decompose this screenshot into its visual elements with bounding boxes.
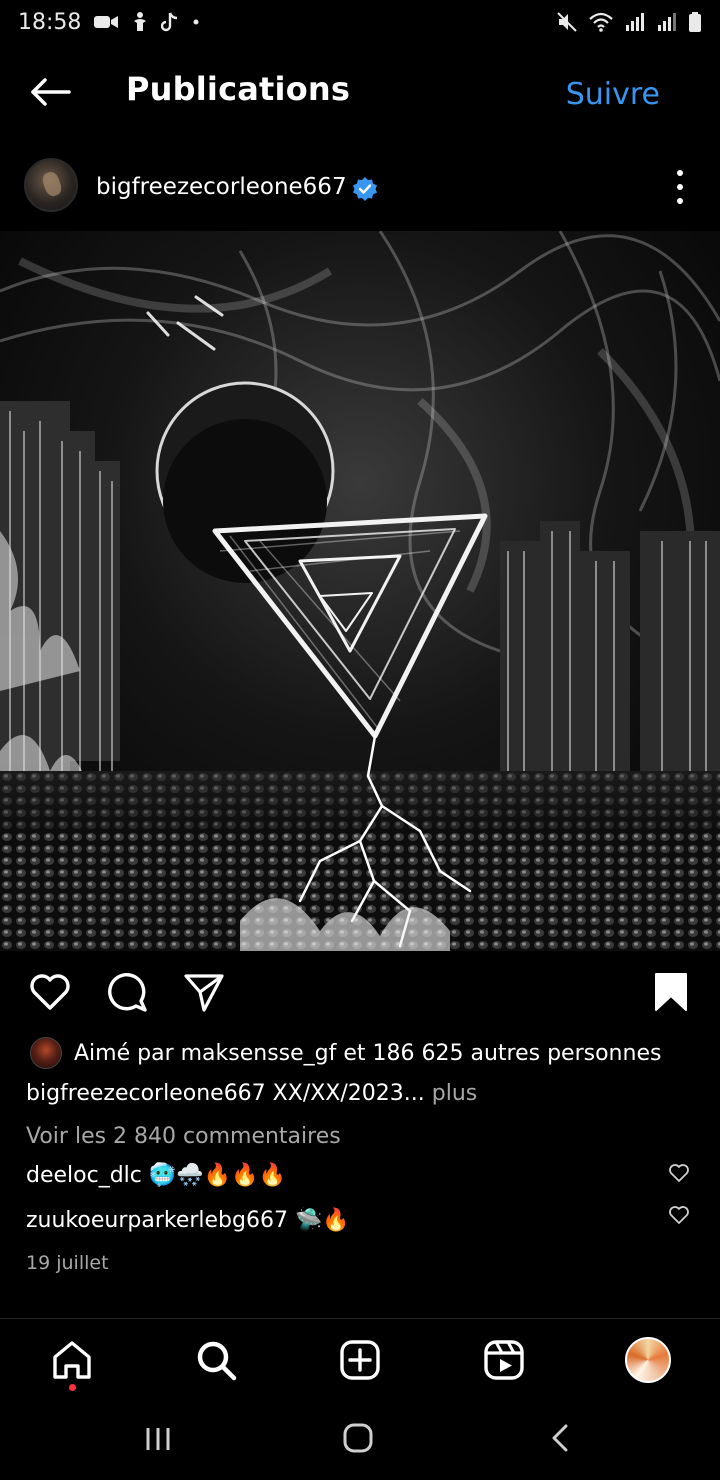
tiktok-icon	[161, 11, 179, 33]
comment-row: zuukoeurparkerlebg667 🛸🔥	[26, 1203, 350, 1237]
caption-text: XX/XX/2023...	[265, 1081, 425, 1106]
wifi-icon	[588, 11, 614, 33]
comment-icon	[108, 973, 147, 1012]
profile-avatar	[625, 1337, 671, 1383]
comment-username[interactable]: deeloc_dlc	[26, 1163, 142, 1188]
home-circle-icon	[343, 1423, 373, 1453]
comment-text: 🥶🌨️🔥🔥🔥	[148, 1162, 286, 1188]
nav-reels[interactable]	[480, 1336, 528, 1384]
share-icon	[184, 974, 224, 1012]
bottom-nav	[0, 1320, 720, 1400]
view-all-comments-link[interactable]: Voir les 2 840 commentaires	[26, 1124, 341, 1149]
artwork	[0, 231, 720, 951]
caption-username[interactable]: bigfreezecorleone667	[26, 1081, 266, 1106]
follow-button[interactable]: Suivre	[566, 77, 660, 112]
battery-icon	[688, 11, 702, 33]
top-bar: Publications Suivre	[0, 44, 720, 140]
create-icon	[340, 1340, 380, 1380]
save-button[interactable]	[650, 970, 692, 1018]
like-button[interactable]	[28, 970, 72, 1018]
caption[interactable]: bigfreezecorleone667 XX/XX/2023... plus	[26, 1081, 477, 1106]
signal-icon-2	[656, 11, 678, 33]
page-title: Publications	[126, 70, 351, 108]
video-call-icon	[93, 13, 119, 31]
mute-icon	[556, 11, 578, 33]
caption-more-link[interactable]: plus	[425, 1081, 478, 1106]
nav-profile[interactable]	[624, 1336, 672, 1384]
nav-create[interactable]	[336, 1336, 384, 1384]
home-icon	[53, 1341, 91, 1379]
more-dot	[677, 198, 683, 204]
system-back-button[interactable]	[548, 1422, 572, 1458]
more-options-button[interactable]	[668, 170, 692, 204]
likes-row[interactable]: Aimé par maksensse_gf et 186 625 autres …	[30, 1036, 661, 1070]
comment-heart-icon[interactable]	[668, 1204, 690, 1226]
status-left: 18:58	[18, 10, 201, 35]
dot-icon	[191, 17, 201, 27]
accessibility-icon	[131, 11, 149, 33]
share-button[interactable]	[182, 970, 226, 1018]
search-icon	[197, 1341, 237, 1381]
status-bar: 18:58	[0, 0, 720, 44]
signal-icon	[624, 11, 646, 33]
likes-text: Aimé par maksensse_gf et 186 625 autres …	[74, 1040, 662, 1066]
comment-username[interactable]: zuukoeurparkerlebg667	[26, 1208, 288, 1233]
comment-text: 🛸🔥	[294, 1207, 350, 1233]
comment-row: deeloc_dlc 🥶🌨️🔥🔥🔥	[26, 1158, 286, 1192]
system-home-button[interactable]	[342, 1422, 374, 1458]
bookmark-icon	[655, 973, 687, 1011]
verified-badge-icon	[353, 177, 377, 201]
post-actions	[0, 966, 720, 1022]
notification-dot	[69, 1384, 76, 1391]
post-image[interactable]	[0, 231, 720, 951]
status-right	[556, 11, 702, 33]
nav-divider	[0, 1318, 720, 1319]
status-time: 18:58	[18, 9, 82, 35]
nav-search[interactable]	[192, 1336, 240, 1384]
comment-button[interactable]	[105, 970, 149, 1018]
recents-icon	[146, 1428, 170, 1450]
back-button[interactable]	[28, 72, 72, 112]
system-nav	[0, 1400, 720, 1480]
recents-button[interactable]	[144, 1422, 172, 1458]
comment-heart-icon[interactable]	[668, 1162, 690, 1184]
post-date: 19 juillet	[26, 1252, 109, 1274]
heart-icon	[30, 974, 70, 1010]
avatar[interactable]	[24, 158, 78, 212]
post-username[interactable]: bigfreezecorleone667	[96, 174, 347, 200]
nav-home[interactable]	[48, 1336, 96, 1384]
arrow-left-icon	[31, 78, 71, 106]
liker-avatar	[30, 1037, 62, 1069]
more-vertical-icon	[677, 170, 683, 176]
reels-icon	[484, 1340, 524, 1380]
back-chevron-icon	[552, 1424, 568, 1452]
more-dot	[677, 184, 683, 190]
